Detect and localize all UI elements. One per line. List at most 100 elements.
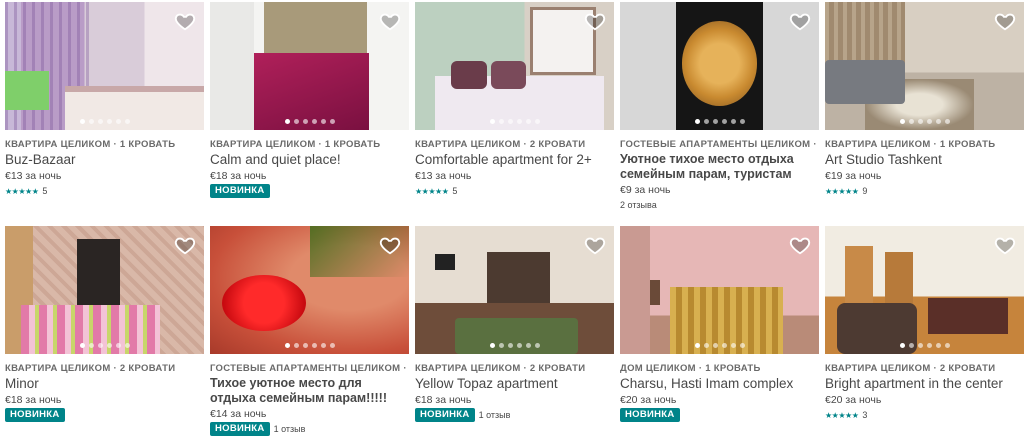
- carousel-dot[interactable]: [320, 119, 326, 124]
- carousel-dot[interactable]: [115, 119, 121, 124]
- carousel-dot[interactable]: [926, 119, 932, 124]
- listing-card[interactable]: ДОМ ЦЕЛИКОМ · 1 КРОВАТЬ Charsu, Hasti Im…: [620, 226, 819, 422]
- carousel-dot[interactable]: [703, 343, 709, 348]
- carousel-dot[interactable]: [944, 343, 950, 348]
- carousel-dot[interactable]: [908, 343, 914, 348]
- carousel-dot[interactable]: [730, 119, 736, 124]
- listing-photo[interactable]: [825, 2, 1024, 130]
- carousel-dot[interactable]: [926, 343, 932, 348]
- carousel-dot[interactable]: [124, 119, 130, 124]
- listing-card[interactable]: ГОСТЕВЫЕ АПАРТАМЕНТЫ ЦЕЛИКОМ · Уютное ти…: [620, 2, 819, 212]
- carousel-dot[interactable]: [88, 343, 94, 348]
- carousel-dot[interactable]: [917, 343, 923, 348]
- listing-title[interactable]: Yellow Topaz apartment: [415, 376, 614, 392]
- listing-title[interactable]: Buz-Bazaar: [5, 152, 204, 168]
- listing-title[interactable]: Comfortable apartment for 2+: [415, 152, 614, 168]
- listing-title[interactable]: Уютное тихое место отдыха семейным парам…: [620, 152, 819, 182]
- carousel-dot[interactable]: [739, 343, 745, 348]
- listing-card[interactable]: КВАРТИРА ЦЕЛИКОМ · 2 КРОВАТИ Bright apar…: [825, 226, 1024, 422]
- listing-photo[interactable]: [210, 2, 409, 130]
- listing-card[interactable]: КВАРТИРА ЦЕЛИКОМ · 2 КРОВАТИ Minor €18 з…: [5, 226, 204, 422]
- carousel-dot[interactable]: [534, 343, 540, 348]
- carousel-dot[interactable]: [329, 343, 335, 348]
- listing-title[interactable]: Calm and quiet place!: [210, 152, 409, 168]
- carousel-dot[interactable]: [498, 343, 504, 348]
- carousel-dot[interactable]: [516, 343, 522, 348]
- carousel-dot[interactable]: [908, 119, 914, 124]
- carousel-dot[interactable]: [739, 119, 745, 124]
- carousel-dot[interactable]: [721, 119, 727, 124]
- listing-photo[interactable]: [825, 226, 1024, 354]
- listing-photo[interactable]: [415, 2, 614, 130]
- carousel-dot[interactable]: [97, 119, 103, 124]
- carousel-dot[interactable]: [516, 119, 522, 124]
- heart-icon[interactable]: [789, 234, 811, 256]
- carousel-dot[interactable]: [534, 119, 540, 124]
- carousel-dot[interactable]: [311, 343, 317, 348]
- carousel-dot[interactable]: [507, 343, 513, 348]
- listing-photo[interactable]: [620, 2, 819, 130]
- carousel-dot[interactable]: [899, 343, 905, 348]
- carousel-dot[interactable]: [507, 119, 513, 124]
- carousel-dot[interactable]: [917, 119, 923, 124]
- listing-title[interactable]: Minor: [5, 376, 204, 392]
- carousel-dot[interactable]: [124, 343, 130, 348]
- listing-card[interactable]: КВАРТИРА ЦЕЛИКОМ · 2 КРОВАТИ Comfortable…: [415, 2, 614, 198]
- carousel-dot[interactable]: [935, 119, 941, 124]
- carousel-dot[interactable]: [489, 343, 495, 348]
- listing-photo[interactable]: [210, 226, 409, 354]
- carousel-dot[interactable]: [79, 119, 85, 124]
- listing-card[interactable]: КВАРТИРА ЦЕЛИКОМ · 1 КРОВАТЬ Calm and qu…: [210, 2, 409, 198]
- carousel-dot[interactable]: [935, 343, 941, 348]
- listing-photo[interactable]: [5, 2, 204, 130]
- heart-icon[interactable]: [174, 10, 196, 32]
- carousel-dot[interactable]: [712, 343, 718, 348]
- carousel-dot[interactable]: [329, 119, 335, 124]
- carousel-dot[interactable]: [79, 343, 85, 348]
- carousel-dot[interactable]: [97, 343, 103, 348]
- listing-title[interactable]: Тихое уютное место для отдыха семейным п…: [210, 376, 409, 406]
- listing-card[interactable]: КВАРТИРА ЦЕЛИКОМ · 1 КРОВАТЬ Buz-Bazaar …: [5, 2, 204, 198]
- heart-icon[interactable]: [584, 10, 606, 32]
- heart-icon[interactable]: [584, 234, 606, 256]
- heart-icon[interactable]: [174, 234, 196, 256]
- carousel-dot[interactable]: [721, 343, 727, 348]
- listing-title[interactable]: Charsu, Hasti Imam complex: [620, 376, 819, 392]
- listing-photo[interactable]: [5, 226, 204, 354]
- listing-photo[interactable]: [620, 226, 819, 354]
- carousel-dot[interactable]: [302, 119, 308, 124]
- heart-icon[interactable]: [379, 10, 401, 32]
- carousel-dot[interactable]: [88, 119, 94, 124]
- listing-card[interactable]: КВАРТИРА ЦЕЛИКОМ · 1 КРОВАТЬ Art Studio …: [825, 2, 1024, 198]
- carousel-dot[interactable]: [525, 343, 531, 348]
- carousel-dot[interactable]: [703, 119, 709, 124]
- carousel-dot[interactable]: [284, 343, 290, 348]
- carousel-dot[interactable]: [106, 343, 112, 348]
- listing-title[interactable]: Bright apartment in the center: [825, 376, 1024, 392]
- carousel-dot[interactable]: [944, 119, 950, 124]
- carousel-dot[interactable]: [320, 343, 326, 348]
- carousel-dot[interactable]: [899, 119, 905, 124]
- heart-icon[interactable]: [379, 234, 401, 256]
- carousel-dot[interactable]: [489, 119, 495, 124]
- carousel-dot[interactable]: [694, 119, 700, 124]
- carousel-dot[interactable]: [525, 119, 531, 124]
- carousel-dot[interactable]: [694, 343, 700, 348]
- carousel-dot[interactable]: [302, 343, 308, 348]
- heart-icon[interactable]: [994, 10, 1016, 32]
- carousel-dot[interactable]: [712, 119, 718, 124]
- carousel-dot[interactable]: [115, 343, 121, 348]
- carousel-dot[interactable]: [106, 119, 112, 124]
- listing-card[interactable]: ГОСТЕВЫЕ АПАРТАМЕНТЫ ЦЕЛИКОМ · Тихое уют…: [210, 226, 409, 436]
- carousel-dot[interactable]: [284, 119, 290, 124]
- listing-card[interactable]: КВАРТИРА ЦЕЛИКОМ · 2 КРОВАТИ Yellow Topa…: [415, 226, 614, 422]
- listing-photo[interactable]: [415, 226, 614, 354]
- carousel-dot[interactable]: [498, 119, 504, 124]
- carousel-dot[interactable]: [293, 343, 299, 348]
- carousel-dot[interactable]: [730, 343, 736, 348]
- carousel-dot[interactable]: [311, 119, 317, 124]
- listing-title[interactable]: Art Studio Tashkent: [825, 152, 1024, 168]
- heart-icon[interactable]: [994, 234, 1016, 256]
- heart-icon[interactable]: [789, 10, 811, 32]
- carousel-dot[interactable]: [293, 119, 299, 124]
